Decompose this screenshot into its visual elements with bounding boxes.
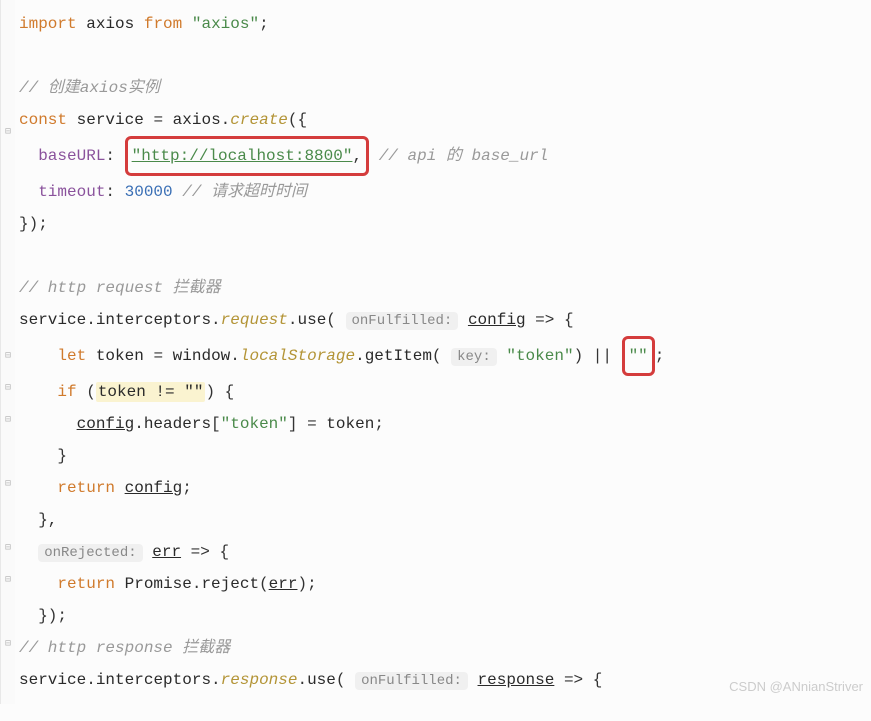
code-line[interactable]: let token = window.localStorage.getItem(… [19,336,871,376]
code-line[interactable]: baseURL: "http://localhost:8800", // api… [19,136,871,176]
fold-icon[interactable]: ⊟ [3,480,13,490]
string-url: "http://localhost:8800" [132,147,353,165]
code-editor: ⊟ ⊟ ⊟ ⊟ ⊟ ⊟ ⊟ ⊟ import axios from "axios… [0,0,871,704]
keyword-return: return [57,575,115,593]
ident-config: config [77,415,135,433]
hint-key: key: [451,348,497,366]
keyword-import: import [19,15,77,33]
code-line-blank[interactable] [19,40,871,72]
prop-request: request [221,311,288,329]
hint-onfulfilled: onFulfilled: [346,312,459,330]
fold-icon[interactable]: ⊟ [3,352,13,362]
ident-axios: axios [173,111,221,129]
number-timeout: 30000 [125,183,173,201]
fold-icon[interactable]: ⊟ [3,128,13,138]
code-line[interactable]: config.headers["token"] = token; [19,408,871,440]
string-empty: "" [629,347,648,365]
code-line[interactable]: return Promise.reject(err); [19,568,871,600]
prop-baseurl: baseURL [38,147,105,165]
highlight-empty: "" [622,336,655,376]
fold-icon[interactable]: ⊟ [3,576,13,586]
code-line[interactable]: }, [19,504,871,536]
comment-request: // http request 拦截器 [19,279,221,297]
keyword-return: return [57,479,115,497]
ident-token: token [96,347,144,365]
code-line[interactable]: import axios from "axios"; [19,8,871,40]
code-line[interactable]: return config; [19,472,871,504]
ident-err: err [269,575,298,593]
param-err: err [152,543,181,561]
code-line[interactable]: service.interceptors.request.use( onFulf… [19,304,871,336]
gutter: ⊟ ⊟ ⊟ ⊟ ⊟ ⊟ ⊟ ⊟ [1,0,15,704]
hint-onfulfilled: onFulfilled: [355,672,468,690]
code-line[interactable]: // http response 拦截器 [19,632,871,664]
keyword-if: if [57,383,76,401]
code-line[interactable]: }); [19,208,871,240]
comment-baseurl: // api 的 base_url [379,147,549,165]
code-line[interactable]: if (token != "") { [19,376,871,408]
method-use: use [307,671,336,689]
fold-icon[interactable]: ⊟ [3,640,13,650]
ident-token: token [326,415,374,433]
highlight-condition: token != "" [96,382,206,402]
ident-promise: Promise [115,575,192,593]
method-getitem: getItem [365,347,432,365]
code-line[interactable]: // http request 拦截器 [19,272,871,304]
keyword-const: const [19,111,67,129]
code-line[interactable]: // 创建axios实例 [19,72,871,104]
ident-window: window [173,347,231,365]
hint-onrejected: onRejected: [38,544,142,562]
comment-response: // http response 拦截器 [19,639,230,657]
string-token: "token" [221,415,288,433]
string-axios: "axios" [192,15,259,33]
ident-interceptors: interceptors [96,311,211,329]
code-line[interactable]: const service = axios.create({ [19,104,871,136]
code-line[interactable]: }); [19,600,871,632]
ident-interceptors: interceptors [96,671,211,689]
fold-icon[interactable]: ⊟ [3,544,13,554]
ident-service: service [77,111,144,129]
highlight-baseurl: "http://localhost:8800", [125,136,369,176]
prop-headers: headers [144,415,211,433]
code-line-blank[interactable] [19,240,871,272]
comment-create: // 创建axios实例 [19,79,160,97]
ident-service: service [19,671,86,689]
comment-timeout: // 请求超时时间 [173,183,307,201]
param-config: config [468,311,526,329]
fold-icon[interactable]: ⊟ [3,384,13,394]
method-reject: reject [201,575,259,593]
prop-response: response [221,671,298,689]
watermark: CSDN @ANnianStriver [729,674,863,700]
ident-service: service [19,311,86,329]
fold-icon[interactable]: ⊟ [3,416,13,426]
code-line[interactable]: } [19,440,871,472]
code-line[interactable]: onRejected: err => { [19,536,871,568]
ident-axios: axios [86,15,134,33]
ident-config: config [125,479,183,497]
code-line[interactable]: timeout: 30000 // 请求超时时间 [19,176,871,208]
keyword-from: from [144,15,182,33]
prop-timeout: timeout [38,183,105,201]
string-token: "token" [506,347,573,365]
method-create: create [230,111,288,129]
ident-localstorage: localStorage [240,347,355,365]
param-response: response [478,671,555,689]
keyword-let: let [57,347,86,365]
method-use: use [297,311,326,329]
